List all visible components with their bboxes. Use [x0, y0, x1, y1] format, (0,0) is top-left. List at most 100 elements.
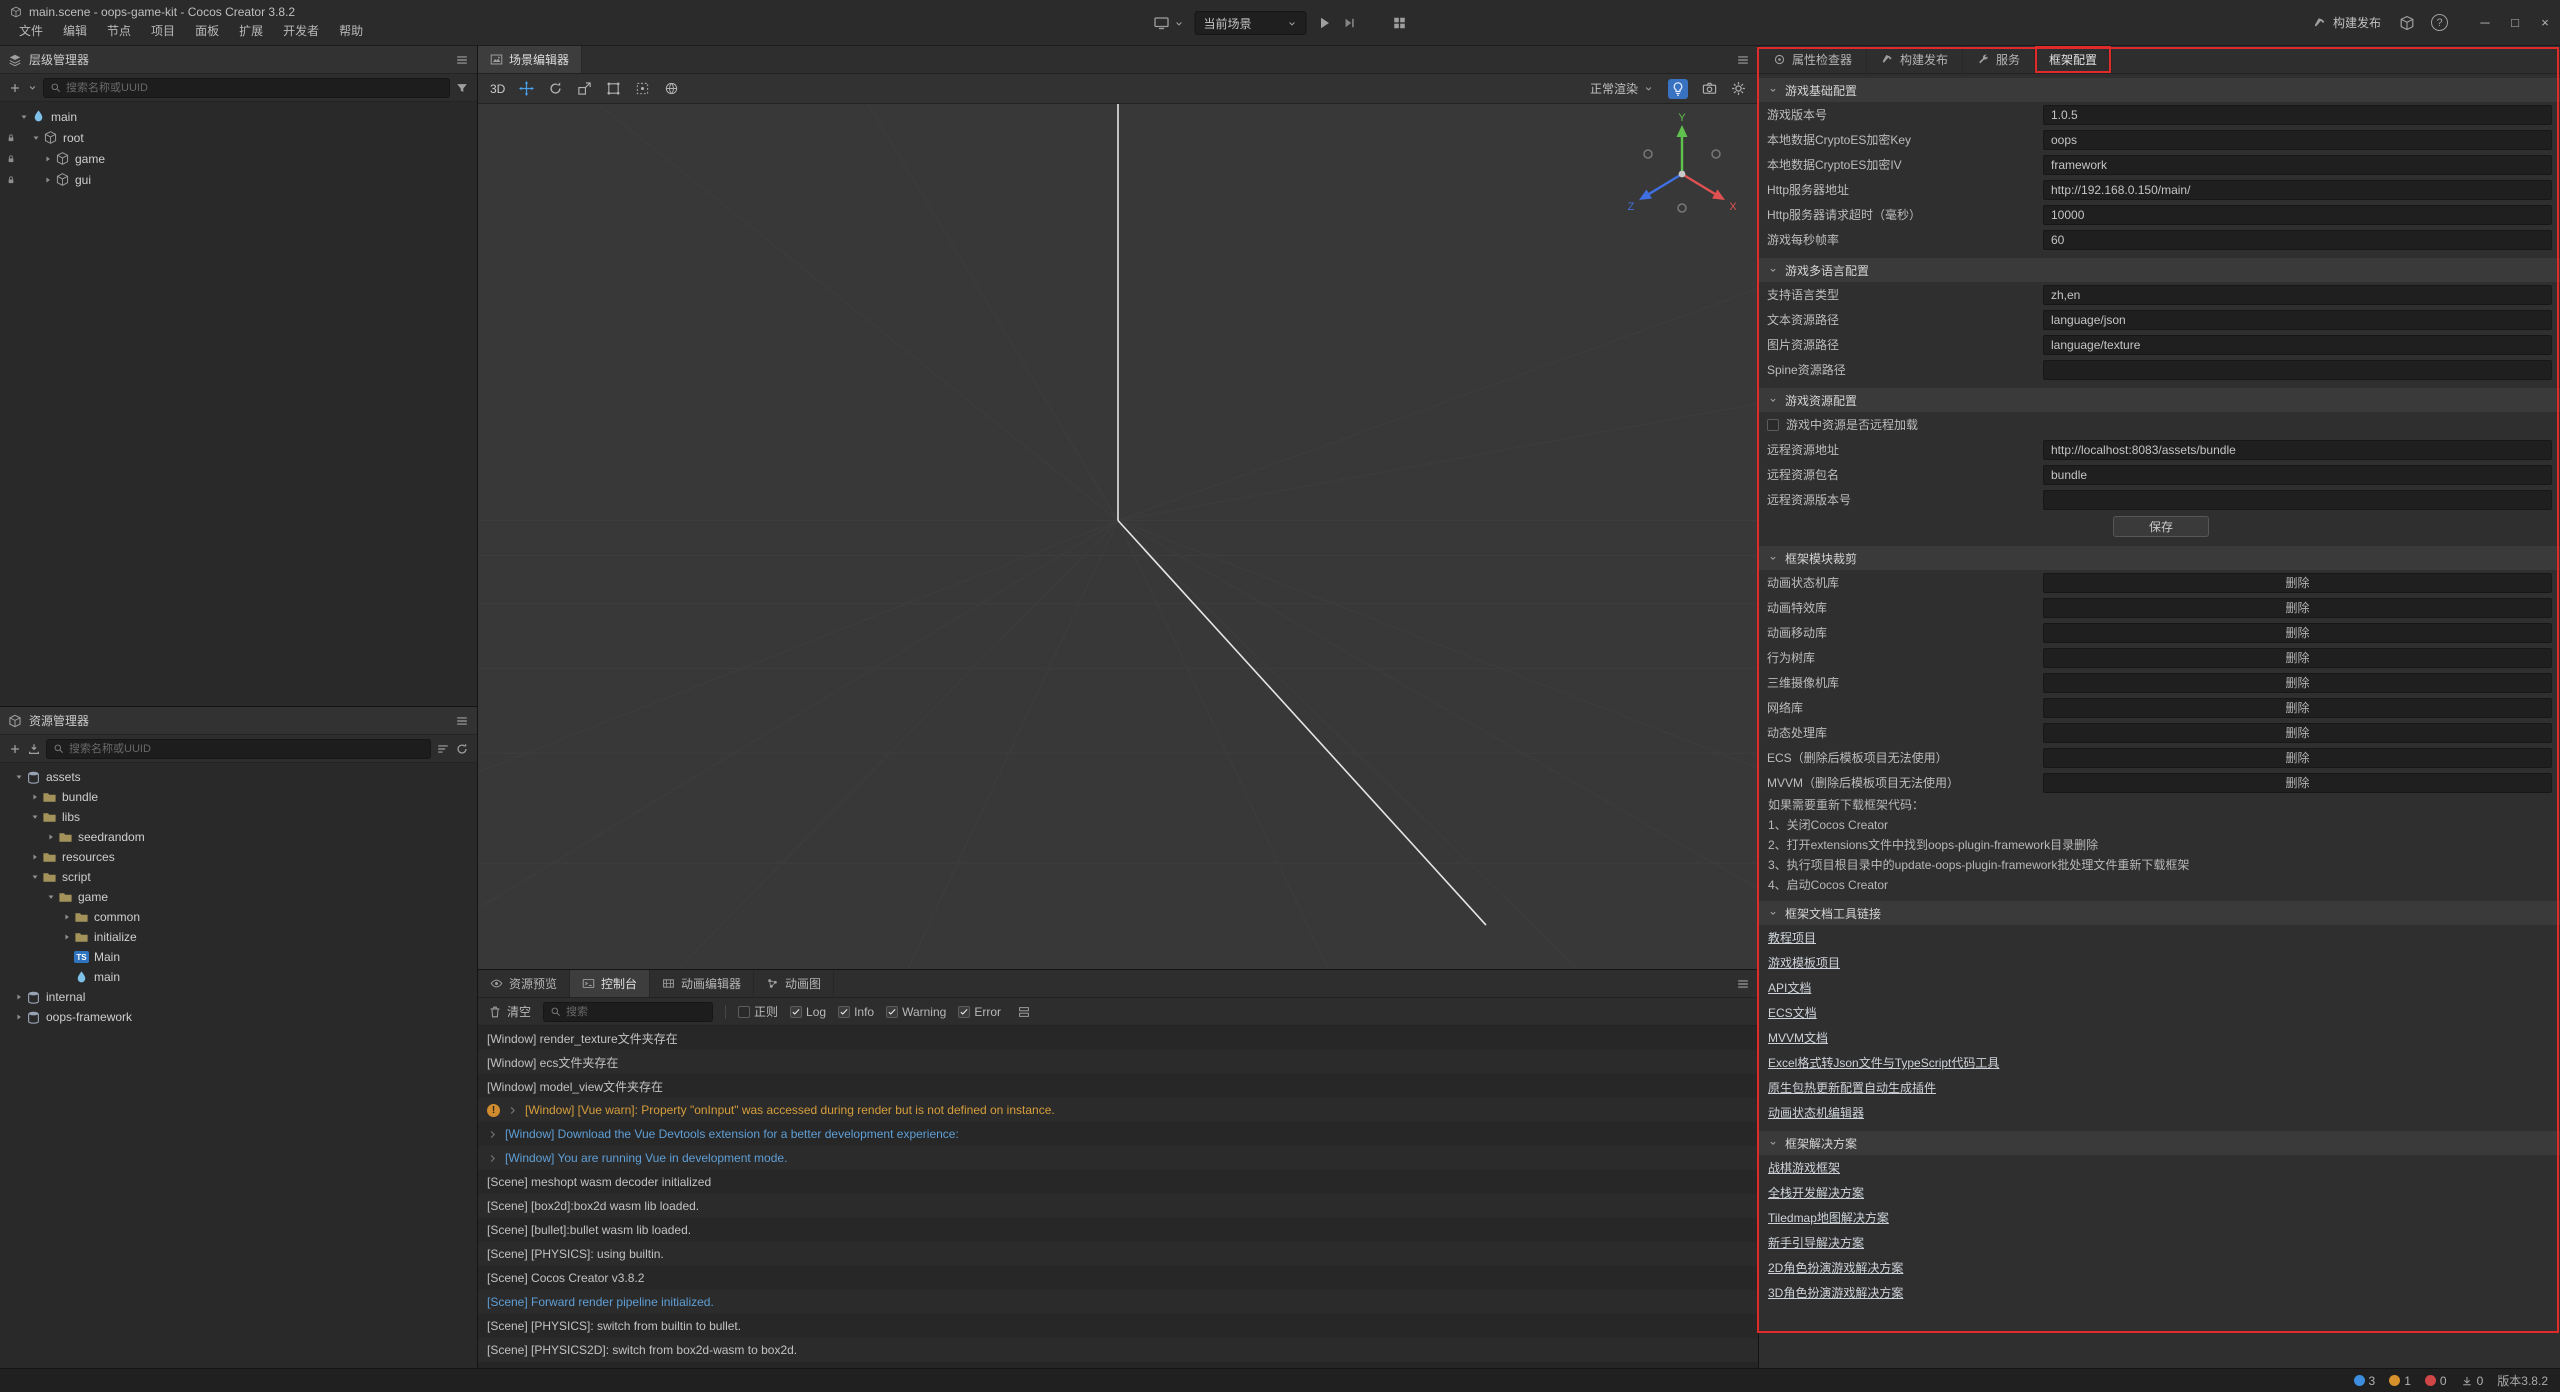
console-search-input[interactable] [566, 1006, 706, 1018]
world-space-icon[interactable] [664, 81, 679, 96]
camera-icon[interactable] [1702, 81, 1717, 96]
link-新手引导解决方案[interactable]: 新手引导解决方案 [1768, 1234, 1864, 1251]
menu-帮助[interactable]: 帮助 [330, 21, 372, 40]
link-API文档[interactable]: API文档 [1768, 979, 1811, 996]
tree-node-assets[interactable]: assets [0, 767, 477, 787]
tree-node-seedrandom[interactable]: seedrandom [0, 827, 477, 847]
expand-arrow[interactable] [17, 112, 30, 122]
section-header-框架文档工具链接[interactable]: 框架文档工具链接 [1759, 901, 2560, 925]
checkbox-icon[interactable] [790, 1006, 802, 1018]
field-input-Http服务器地址[interactable] [2043, 180, 2552, 200]
link-游戏模板项目[interactable]: 游戏模板项目 [1768, 954, 1840, 971]
expand-arrow[interactable] [12, 1012, 25, 1022]
save-button[interactable]: 保存 [2113, 516, 2209, 537]
expand-arrow[interactable] [60, 932, 73, 942]
field-input-本地数据CryptoES加密IV[interactable] [2043, 155, 2552, 175]
link-MVVM文档[interactable]: MVVM文档 [1768, 1029, 1828, 1046]
field-input-本地数据CryptoES加密Key[interactable] [2043, 130, 2552, 150]
link-2D角色扮演游戏解决方案[interactable]: 2D角色扮演游戏解决方案 [1768, 1259, 1903, 1276]
tree-node-resources[interactable]: resources [0, 847, 477, 867]
tab-资源预览[interactable]: 资源预览 [478, 970, 570, 997]
maximize-button[interactable]: □ [2500, 0, 2530, 46]
link-战棋游戏框架[interactable]: 战棋游戏框架 [1768, 1159, 1840, 1176]
extension-store-button[interactable] [2399, 15, 2415, 31]
layout-button[interactable] [1393, 16, 1407, 30]
scene-settings-gear-icon[interactable] [1731, 81, 1746, 96]
tree-node-main[interactable]: main [0, 967, 477, 987]
render-mode-select[interactable]: 正常渲染 [1590, 80, 1654, 97]
tree-node-game[interactable]: game [0, 148, 477, 169]
expand-arrow[interactable] [44, 892, 57, 902]
filter-Warning[interactable]: Warning [886, 1005, 946, 1019]
field-input-远程资源版本号[interactable] [2043, 490, 2552, 510]
filter-Log[interactable]: Log [790, 1005, 826, 1019]
tab-动画图[interactable]: 动画图 [754, 970, 834, 997]
tree-node-bundle[interactable]: bundle [0, 787, 477, 807]
expand-arrow[interactable] [12, 772, 25, 782]
assets-sort-icon[interactable] [436, 742, 450, 756]
log-row[interactable]: [Window] You are running Vue in developm… [478, 1146, 1758, 1170]
assets-search-input[interactable] [69, 743, 424, 755]
close-button[interactable]: × [2530, 0, 2560, 46]
warning-count[interactable]: 1 [2389, 1374, 2411, 1388]
log-expand-icon[interactable] [487, 1153, 498, 1164]
preview-device-button[interactable] [1154, 15, 1185, 31]
field-input-Spine资源路径[interactable] [2043, 360, 2552, 380]
refresh-icon[interactable] [455, 742, 469, 756]
expand-arrow[interactable] [60, 912, 73, 922]
expand-arrow[interactable] [41, 154, 54, 164]
tree-node-libs[interactable]: libs [0, 807, 477, 827]
link-ECS文档[interactable]: ECS文档 [1768, 1004, 1817, 1021]
add-node-dropdown-icon[interactable] [27, 82, 38, 93]
checkbox-icon[interactable] [958, 1006, 970, 1018]
filter-Error[interactable]: Error [958, 1005, 1001, 1019]
delete-module-button[interactable]: 删除 [2043, 598, 2552, 618]
step-button[interactable] [1343, 16, 1357, 30]
projection-3d-button[interactable]: 3D [490, 82, 505, 96]
section-header-游戏资源配置[interactable]: 游戏资源配置 [1759, 388, 2560, 412]
delete-module-button[interactable]: 删除 [2043, 648, 2552, 668]
tree-node-main[interactable]: main [0, 106, 477, 127]
tab-框架配置[interactable]: 框架配置 [2035, 46, 2112, 73]
section-header-游戏基础配置[interactable]: 游戏基础配置 [1759, 78, 2560, 102]
regex-checkbox[interactable] [738, 1006, 750, 1018]
menu-面板[interactable]: 面板 [186, 21, 228, 40]
rect-tool-icon[interactable] [606, 81, 621, 96]
play-button[interactable] [1317, 15, 1333, 31]
field-input-支持语言类型[interactable] [2043, 285, 2552, 305]
delete-module-button[interactable]: 删除 [2043, 773, 2552, 793]
tab-控制台[interactable]: 控制台 [570, 970, 650, 997]
checkbox-icon[interactable] [886, 1006, 898, 1018]
link-原生包热更新配置自动生成插件[interactable]: 原生包热更新配置自动生成插件 [1768, 1079, 1936, 1096]
log-expand-icon[interactable] [487, 1129, 498, 1140]
menu-项目[interactable]: 项目 [142, 21, 184, 40]
expand-arrow[interactable] [44, 832, 57, 842]
preview-scene-select[interactable]: 当前场景 [1195, 11, 1307, 35]
tree-node-internal[interactable]: internal [0, 987, 477, 1007]
build-publish-button[interactable]: 构建发布 [2313, 14, 2381, 31]
link-Tiledmap地图解决方案[interactable]: Tiledmap地图解决方案 [1768, 1209, 1889, 1226]
collapse-logs-icon[interactable] [1017, 1005, 1031, 1019]
tab-动画编辑器[interactable]: 动画编辑器 [650, 970, 754, 997]
filter-Info[interactable]: Info [838, 1005, 874, 1019]
log-expand-icon[interactable] [507, 1105, 518, 1116]
tab-属性检查器[interactable]: 属性检查器 [1759, 46, 1867, 73]
expand-arrow[interactable] [28, 852, 41, 862]
regex-toggle[interactable]: 正则 [738, 1003, 778, 1020]
remote-load-checkbox[interactable] [1767, 419, 1779, 431]
link-Excel格式转Json文件与TypeScript代码工具[interactable]: Excel格式转Json文件与TypeScript代码工具 [1768, 1054, 1999, 1071]
lightbulb-icon[interactable] [1668, 79, 1688, 99]
menu-编辑[interactable]: 编辑 [54, 21, 96, 40]
tree-node-game[interactable]: game [0, 887, 477, 907]
expand-arrow[interactable] [41, 175, 54, 185]
expand-arrow[interactable] [28, 812, 41, 822]
checkbox-icon[interactable] [838, 1006, 850, 1018]
rotate-tool-icon[interactable] [548, 81, 563, 96]
expand-arrow[interactable] [28, 792, 41, 802]
tree-node-common[interactable]: common [0, 907, 477, 927]
scale-tool-icon[interactable] [577, 81, 592, 96]
field-input-远程资源地址[interactable] [2043, 440, 2552, 460]
section-header-框架模块裁剪[interactable]: 框架模块裁剪 [1759, 546, 2560, 570]
tab-构建发布[interactable]: 构建发布 [1867, 46, 1963, 73]
menu-扩展[interactable]: 扩展 [230, 21, 272, 40]
